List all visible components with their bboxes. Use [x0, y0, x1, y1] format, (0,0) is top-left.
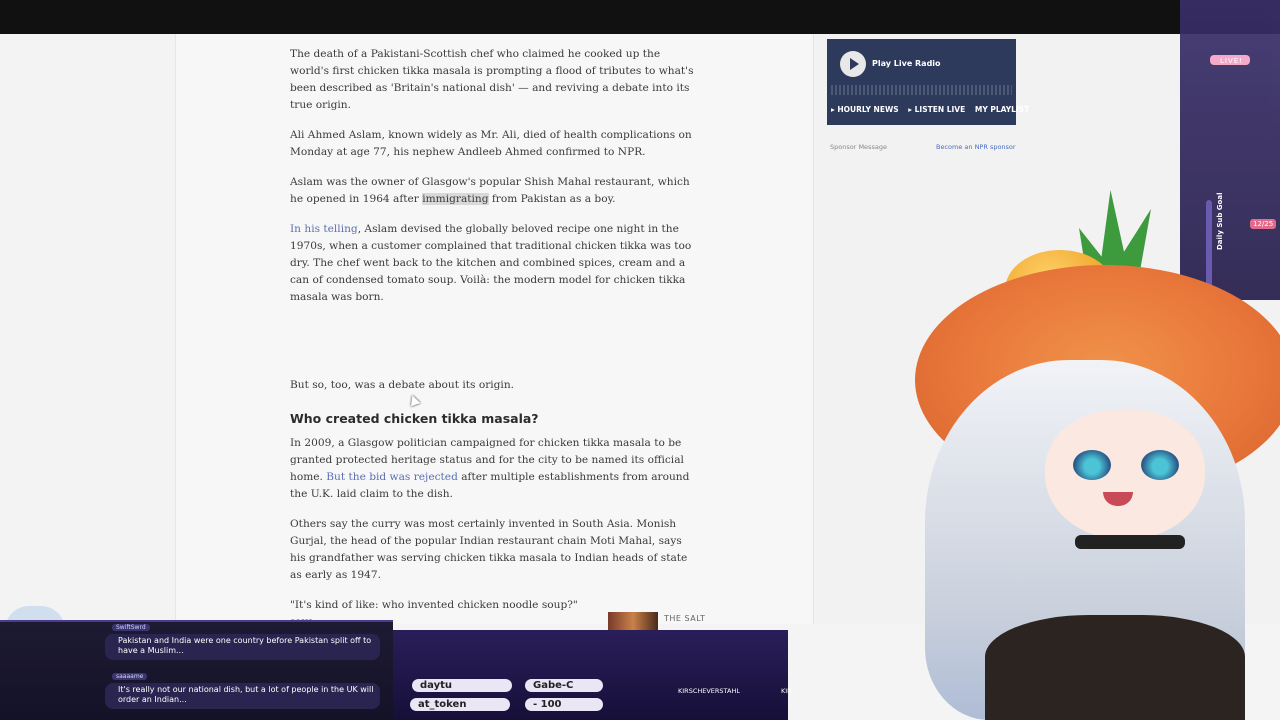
- hourly-news-link[interactable]: ▸ HOURLY NEWS: [831, 105, 899, 114]
- story-thumbnail: [608, 612, 658, 631]
- avatar-choker: [1075, 535, 1185, 549]
- browser-top-bar: [0, 0, 1280, 34]
- bid-rejected-link[interactable]: But the bid was rejected: [326, 471, 458, 483]
- supporter-pill: Gabe-C: [525, 679, 603, 692]
- paragraph: But so, too, was a debate about its orig…: [290, 379, 515, 391]
- radio-links: ▸ HOURLY NEWS ▸ LISTEN LIVE MY PLAYLIST: [831, 105, 1036, 114]
- left-gutter: [0, 34, 176, 624]
- left-eye: [1073, 450, 1111, 480]
- paragraph-text: , Aslam devised the globally beloved rec…: [290, 223, 692, 303]
- paragraph: In 2009, a Glasgow politician campaigned…: [290, 435, 700, 503]
- my-playlist-link[interactable]: MY PLAYLIST: [975, 105, 1029, 114]
- article-column: The death of a Pakistani-Scottish chef w…: [176, 34, 814, 631]
- supporter-pill: - 100: [525, 698, 603, 711]
- paragraph: Ali Ahmed Aslam, known widely as Mr. Ali…: [290, 129, 692, 158]
- paragraph: In his telling, Aslam devised the global…: [290, 221, 700, 306]
- become-sponsor-link[interactable]: Become an NPR sponsor: [936, 143, 1016, 151]
- highlighted-word: immigrating: [422, 193, 489, 205]
- supporter-pill: at_token: [410, 698, 510, 711]
- in-his-telling-link[interactable]: In his telling: [290, 223, 358, 235]
- chat-username: saaaame: [112, 673, 148, 680]
- chat-overlay: SwiftSwrd Pakistan and India were one co…: [0, 620, 393, 720]
- vtuber-avatar: [905, 190, 1280, 720]
- avatar-mouth: [1103, 492, 1133, 506]
- paragraph: Others say the curry was most certainly …: [290, 518, 688, 581]
- social-credit: KIR: [781, 687, 792, 695]
- paragraph-text: from Pakistan as a boy.: [488, 193, 616, 205]
- paragraph: Aslam was the owner of Glasgow's popular…: [290, 174, 700, 208]
- listen-live-link[interactable]: ▸ LISTEN LIVE: [908, 105, 965, 114]
- supporter-pill: daytu: [412, 679, 512, 692]
- chat-message: It's really not our national dish, but a…: [118, 685, 374, 704]
- story-section-label: THE SALT: [664, 614, 706, 623]
- live-radio-widget: Play Live Radio ▸ HOURLY NEWS ▸ LISTEN L…: [827, 39, 1029, 125]
- article-body: The death of a Pakistani-Scottish chef w…: [290, 46, 700, 644]
- ad-spacer: [290, 319, 700, 377]
- radio-title[interactable]: Play Live Radio: [872, 59, 941, 68]
- audio-wave: [831, 85, 1012, 95]
- related-story-card[interactable]: THE SALT: [608, 611, 788, 631]
- right-eye: [1141, 450, 1179, 480]
- avatar-top: [985, 615, 1245, 720]
- social-credit: KIRSCHEVERSTAHL: [678, 687, 740, 695]
- live-badge: LIVE!: [1220, 57, 1243, 65]
- chat-username: SwiftSwrd: [112, 624, 150, 631]
- paragraph: The death of a Pakistani-Scottish chef w…: [290, 48, 694, 111]
- avatar-face: [1045, 410, 1205, 540]
- section-heading: Who created chicken tikka masala?: [290, 411, 539, 426]
- play-icon[interactable]: [840, 51, 866, 77]
- sponsor-message: Sponsor Message: [830, 143, 887, 151]
- chat-message: Pakistan and India were one country befo…: [118, 636, 372, 655]
